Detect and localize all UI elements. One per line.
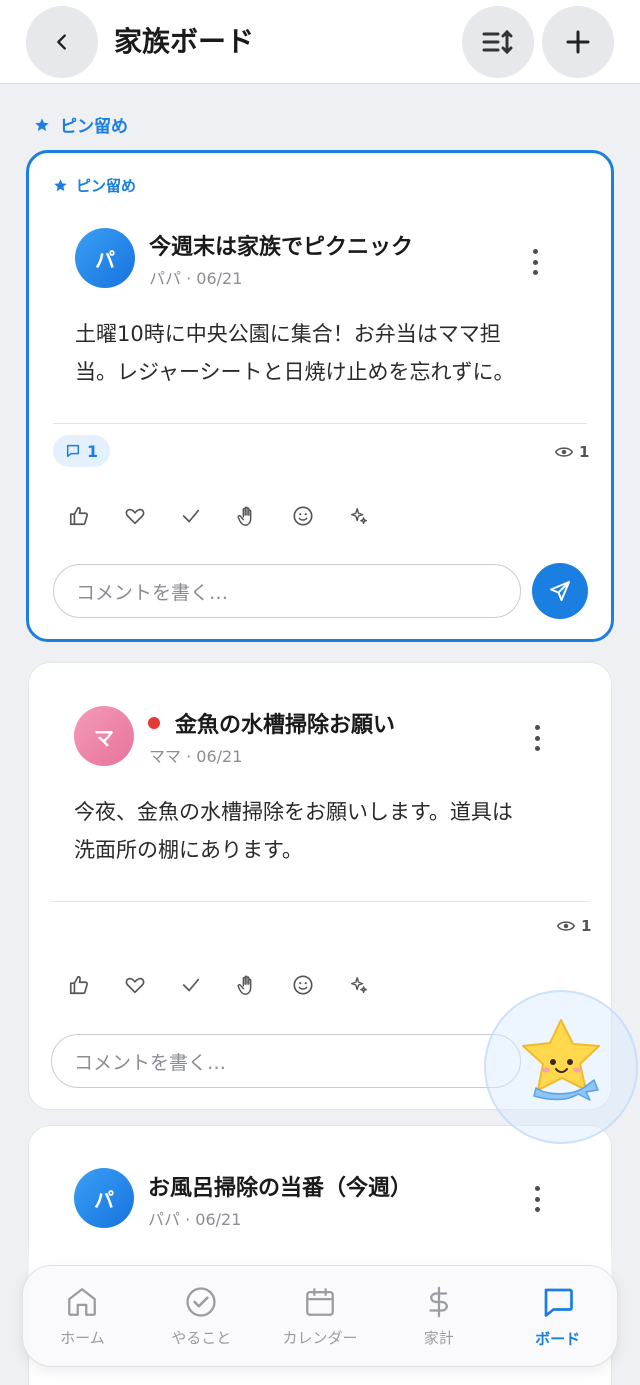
- plus-icon: [566, 30, 590, 54]
- thumbs-up-icon[interactable]: [51, 496, 107, 536]
- back-button[interactable]: [26, 6, 98, 78]
- divider: [53, 423, 587, 424]
- bottom-nav: ホーム やること カレンダー 家計 ボード: [22, 1265, 618, 1367]
- post-body-line: 当。レジャーシートと日焼け止めを忘れずに。: [75, 360, 515, 384]
- chat-icon: [544, 1288, 573, 1317]
- star-icon: [35, 117, 49, 131]
- post-meta: パパ · 06/21: [149, 269, 243, 288]
- sort-button[interactable]: [462, 6, 534, 78]
- heart-icon[interactable]: [107, 965, 163, 1005]
- comment-icon: [66, 444, 80, 458]
- post-title: 金魚の水槽掃除お願い: [175, 713, 396, 738]
- nav-item-home[interactable]: ホーム: [23, 1266, 142, 1366]
- post-body: 土曜10時に中央公園に集合！お弁当はママ担 当。レジャーシートと日焼け止めを忘れ…: [75, 315, 565, 391]
- view-count-value: 1: [581, 917, 592, 935]
- chevron-left-icon: [57, 34, 66, 50]
- post-body-line: 今夜、金魚の水槽掃除をお願いします。道具は: [74, 800, 513, 824]
- sparkle-icon[interactable]: [331, 965, 387, 1005]
- dollar-icon: [429, 1286, 448, 1317]
- add-post-button[interactable]: [542, 6, 614, 78]
- eye-icon: [555, 447, 573, 457]
- nav-label: カレンダー: [282, 1328, 358, 1347]
- more-options-icon[interactable]: [527, 725, 547, 751]
- nav-item-board[interactable]: ボード: [498, 1266, 617, 1366]
- thumbs-up-icon[interactable]: [51, 965, 107, 1005]
- reaction-bar: [51, 496, 387, 536]
- send-button[interactable]: [532, 563, 588, 619]
- check-circle-icon: [186, 1286, 216, 1317]
- post-title: お風呂掃除の当番（今週）: [148, 1176, 413, 1201]
- star-icon: [54, 179, 67, 192]
- post-body: 今夜、金魚の水槽掃除をお願いします。道具は 洗面所の棚にあります。: [74, 793, 564, 869]
- more-options-icon[interactable]: [527, 1186, 547, 1212]
- nav-label: ホーム: [60, 1328, 105, 1347]
- comment-input[interactable]: コメントを書く…: [53, 564, 521, 618]
- pinned-section-label: ピン留め: [34, 112, 128, 137]
- home-icon: [68, 1287, 97, 1316]
- view-count: 1: [555, 443, 589, 461]
- more-options-icon[interactable]: [525, 249, 545, 275]
- pinned-section-text: ピン留め: [60, 117, 128, 137]
- nav-label: 家計: [423, 1328, 454, 1347]
- calendar-icon: [306, 1287, 334, 1316]
- post-body-line: 土曜10時に中央公園に集合！お弁当はママ担: [75, 322, 501, 346]
- assistant-mascot-button[interactable]: [484, 990, 638, 1144]
- check-icon[interactable]: [163, 965, 219, 1005]
- comment-count: 1: [87, 441, 99, 461]
- sort-icon: [482, 29, 513, 55]
- smile-icon[interactable]: [275, 496, 331, 536]
- nav-item-budget[interactable]: 家計: [379, 1266, 498, 1366]
- comment-input[interactable]: コメントを書く…: [51, 1034, 521, 1088]
- nav-item-todo[interactable]: やること: [142, 1266, 261, 1366]
- sparkle-icon[interactable]: [331, 496, 387, 536]
- avatar: パ: [74, 1168, 134, 1228]
- reaction-bar: [51, 965, 387, 1005]
- post-title: 今週末は家族でピクニック: [149, 235, 414, 260]
- page-title: 家族ボード: [114, 25, 255, 58]
- avatar: パ: [75, 228, 135, 288]
- app-header: 家族ボード: [0, 0, 640, 84]
- pin-tag: ピン留め: [53, 175, 136, 196]
- post-card: ピン留め パ 今週末は家族でピクニック パパ · 06/21 土曜10時に中央公…: [26, 150, 614, 642]
- post-body-line: 洗面所の棚にあります。: [74, 838, 303, 862]
- view-count: 1: [557, 917, 591, 935]
- smile-icon[interactable]: [275, 965, 331, 1005]
- divider: [51, 901, 589, 902]
- nav-item-calendar[interactable]: カレンダー: [261, 1266, 380, 1366]
- nav-label: やること: [171, 1328, 232, 1347]
- heart-icon[interactable]: [107, 496, 163, 536]
- check-icon[interactable]: [163, 496, 219, 536]
- hand-icon[interactable]: [219, 965, 275, 1005]
- unread-dot: [148, 717, 160, 729]
- send-icon: [550, 581, 570, 601]
- nav-label: ボード: [535, 1329, 581, 1348]
- star-mascot-icon: [522, 1019, 600, 1101]
- eye-icon: [557, 921, 575, 931]
- post-meta: ママ · 06/21: [149, 747, 243, 766]
- pin-tag-text: ピン留め: [76, 177, 137, 195]
- avatar: マ: [74, 706, 134, 766]
- view-count-value: 1: [579, 443, 590, 461]
- post-meta: パパ · 06/21: [148, 1210, 242, 1229]
- comment-count-badge[interactable]: 1: [53, 435, 111, 467]
- hand-icon[interactable]: [219, 496, 275, 536]
